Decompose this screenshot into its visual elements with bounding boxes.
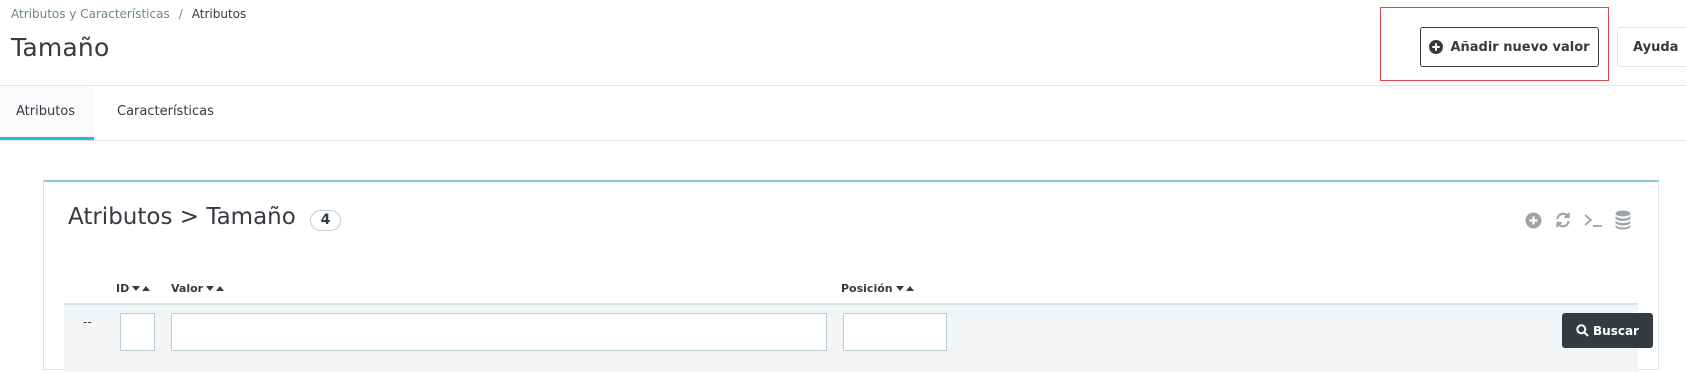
- filter-row: -- Buscar: [64, 305, 1653, 372]
- tab-atributos[interactable]: Atributos: [0, 86, 94, 140]
- filter-id-input[interactable]: [120, 313, 155, 351]
- panel-toolbar: [1523, 210, 1633, 230]
- table-header: ID Valor Posición: [64, 278, 1638, 305]
- bulk-actions-placeholder: --: [83, 315, 92, 329]
- column-label-id: ID: [116, 282, 130, 295]
- breadcrumb-current: Atributos: [191, 7, 247, 21]
- page-title: Tamaño: [11, 33, 110, 62]
- add-icon[interactable]: [1523, 210, 1543, 230]
- breadcrumb-link-parent[interactable]: Atributos y Características: [11, 7, 170, 21]
- sort-asc-icon[interactable]: [905, 286, 914, 291]
- sql-terminal-icon[interactable]: [1583, 210, 1603, 230]
- column-label-valor: Valor: [171, 282, 204, 295]
- sort-controls: [895, 286, 914, 291]
- sort-controls: [132, 286, 151, 291]
- sort-controls: [206, 286, 225, 291]
- search-icon: [1576, 324, 1589, 337]
- column-header-id: ID: [116, 282, 151, 295]
- attribute-values-panel: Atributos > Tamaño 4 ID Valor Posición -…: [43, 180, 1659, 372]
- column-header-valor: Valor: [171, 282, 225, 295]
- panel-title: Atributos > Tamaño: [68, 204, 296, 230]
- page-header: Atributos y Características / Atributos Ta…: [0, 0, 1686, 86]
- help-label: Ayuda: [1633, 39, 1679, 55]
- sort-asc-icon[interactable]: [142, 286, 151, 291]
- tab-caracteristicas[interactable]: Características: [117, 86, 214, 140]
- sort-desc-icon[interactable]: [206, 286, 215, 291]
- sort-asc-icon[interactable]: [216, 286, 225, 291]
- refresh-icon[interactable]: [1553, 210, 1573, 230]
- sort-desc-icon[interactable]: [895, 286, 904, 291]
- search-button[interactable]: Buscar: [1562, 313, 1653, 348]
- plus-circle-icon: [1429, 40, 1444, 54]
- search-label: Buscar: [1593, 323, 1639, 338]
- column-label-posicion: Posición: [841, 282, 893, 295]
- tab-bar: Atributos Características: [0, 86, 1686, 141]
- breadcrumb: Atributos y Características / Atributos: [11, 7, 246, 21]
- filter-position-input[interactable]: [843, 313, 947, 351]
- add-new-value-button[interactable]: Añadir nuevo valor: [1420, 27, 1599, 67]
- database-icon[interactable]: [1613, 210, 1633, 230]
- sort-desc-icon[interactable]: [132, 286, 141, 291]
- column-header-posicion: Posición: [841, 282, 914, 295]
- breadcrumb-separator: /: [178, 7, 183, 21]
- filter-valor-input[interactable]: [171, 313, 827, 351]
- count-badge: 4: [310, 210, 341, 231]
- add-new-value-label: Añadir nuevo valor: [1450, 39, 1590, 55]
- help-button[interactable]: Ayuda: [1617, 27, 1686, 67]
